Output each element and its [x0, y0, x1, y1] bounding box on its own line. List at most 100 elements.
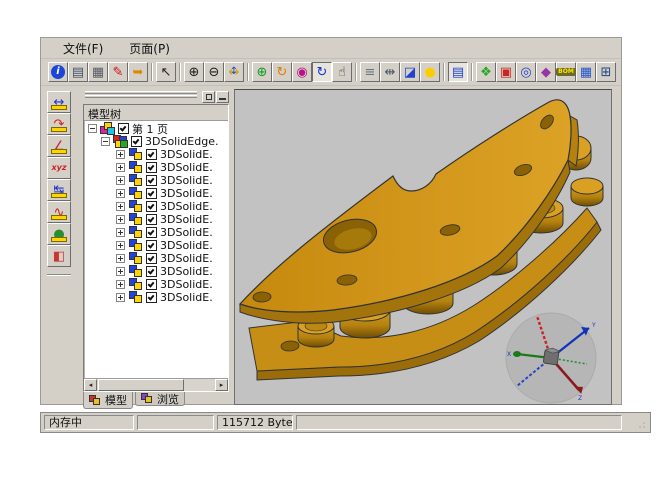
tree-node-part[interactable]: 3DSolidE. — [85, 252, 227, 265]
main-toolbar: i ▤ ▦ ✎ ➥ — [41, 59, 621, 86]
toolbar-icon: ● — [424, 66, 435, 79]
expand-icon[interactable] — [116, 254, 125, 263]
tree-node-part[interactable]: 3DSolidE. — [85, 174, 227, 187]
tree-node-label: 3DSolidE. — [160, 265, 213, 278]
angle-dimension-button[interactable]: ∠ — [47, 135, 71, 157]
pan-view-button[interactable]: ↔ ↕ — [224, 62, 244, 82]
notebook-view-button[interactable]: ▤ — [448, 62, 468, 82]
expand-icon[interactable] — [116, 241, 125, 250]
transform-axes-button[interactable]: ❖ — [476, 62, 496, 82]
visibility-checkbox[interactable] — [146, 188, 157, 199]
menu-file[interactable]: 文件(F) — [53, 38, 113, 59]
panel-gripper[interactable] — [83, 91, 229, 103]
scrollbar-thumb[interactable] — [98, 379, 184, 391]
snapshot-button[interactable]: ▣ — [496, 62, 516, 82]
tree-node-part[interactable]: 3DSolidE. — [85, 226, 227, 239]
visibility-checkbox[interactable] — [146, 279, 157, 290]
curve-length-button[interactable]: ∿ — [47, 201, 71, 223]
visibility-checkbox[interactable] — [146, 214, 157, 225]
orbit-ball[interactable]: X Y Z — [506, 313, 596, 403]
area-measure-button[interactable]: ● — [47, 223, 71, 245]
expand-icon[interactable] — [116, 202, 125, 211]
3d-viewport[interactable]: X Y Z — [234, 89, 612, 405]
toolbar-icon: ⇹ — [385, 66, 396, 79]
visibility-checkbox[interactable] — [146, 175, 157, 186]
menu-page[interactable]: 页面(P) — [119, 38, 180, 59]
orbit-view-button[interactable]: ◉ — [292, 62, 312, 82]
view-3d-button[interactable]: ◪ — [400, 62, 420, 82]
volume-measure-button[interactable]: ◧ — [47, 245, 71, 267]
tree-node-part[interactable]: 3DSolidE. — [85, 278, 227, 291]
toolbar-separator — [179, 63, 181, 81]
collapse-icon[interactable] — [101, 137, 110, 146]
visibility-checkbox[interactable] — [146, 253, 157, 264]
collapse-icon[interactable] — [88, 124, 97, 133]
print-preview-button[interactable]: ▤ — [68, 62, 88, 82]
axis-label-y: Y — [591, 322, 596, 329]
tree-node-page[interactable]: 第 1 页 — [85, 122, 227, 135]
expand-icon[interactable] — [116, 215, 125, 224]
radius-dimension-button[interactable]: ↷ — [47, 113, 71, 135]
tab-browse[interactable]: 浏览 — [135, 392, 185, 406]
expand-icon[interactable] — [116, 280, 125, 289]
structure-tree-button[interactable]: ⊞ — [596, 62, 616, 82]
tree-node-part[interactable]: 3DSolidE. — [85, 161, 227, 174]
visibility-checkbox[interactable] — [118, 123, 129, 134]
layers-button[interactable]: ≡ — [360, 62, 380, 82]
tree-node-assembly[interactable]: 3DSolidEdge. — [85, 135, 227, 148]
distance-measure-button[interactable]: ↹ — [47, 179, 71, 201]
float-icon — [206, 94, 212, 100]
coordinate-dimension-button[interactable]: xyz — [47, 157, 71, 179]
scroll-right-icon[interactable]: ▸ — [215, 379, 228, 391]
visibility-checkbox[interactable] — [146, 266, 157, 277]
tree-node-part[interactable]: 3DSolidE. — [85, 213, 227, 226]
solid-display-button[interactable]: ◆ — [536, 62, 556, 82]
annotate-pen-button[interactable]: ✎ — [108, 62, 128, 82]
visibility-checkbox[interactable] — [146, 227, 157, 238]
visibility-checkbox[interactable] — [131, 136, 142, 147]
visibility-checkbox[interactable] — [146, 201, 157, 212]
expand-icon[interactable] — [116, 189, 125, 198]
panel-float-button[interactable] — [202, 91, 215, 103]
light-button[interactable]: ● — [420, 62, 440, 82]
app-window: 文件(F) 页面(P) i ▤ ▦ ✎ ➥ — [40, 37, 622, 405]
tree-horizontal-scrollbar[interactable]: ◂ ▸ — [84, 378, 228, 391]
rotate-view-button[interactable]: ↻ — [272, 62, 292, 82]
export-button[interactable]: ➥ — [128, 62, 148, 82]
bom-button[interactable]: BOM — [556, 62, 576, 82]
tree-node-part[interactable]: 3DSolidE. — [85, 291, 227, 304]
linear-dimension-button[interactable]: ↔ — [47, 91, 71, 113]
select-cursor-button[interactable]: ↖ — [156, 62, 176, 82]
expand-icon[interactable] — [116, 228, 125, 237]
toolbar-icon: ◆ — [541, 66, 551, 79]
part-icon — [128, 239, 143, 252]
tree-node-part[interactable]: 3DSolidE. — [85, 200, 227, 213]
visibility-checkbox[interactable] — [146, 149, 157, 160]
visibility-checkbox[interactable] — [146, 292, 157, 303]
tree-node-part[interactable]: 3DSolidE. — [85, 148, 227, 161]
expand-icon[interactable] — [116, 163, 125, 172]
expand-icon[interactable] — [116, 293, 125, 302]
pan-hand-button[interactable]: ☝ — [332, 62, 352, 82]
visibility-checkbox[interactable] — [146, 240, 157, 251]
tree-node-part[interactable]: 3DSolidE. — [85, 265, 227, 278]
scroll-left-icon[interactable]: ◂ — [84, 379, 97, 391]
zoom-out-button[interactable]: ⊖ — [204, 62, 224, 82]
visibility-checkbox[interactable] — [146, 162, 157, 173]
explode-view-button[interactable]: ◎ — [516, 62, 536, 82]
refresh-view-button[interactable]: ↻ — [312, 62, 332, 82]
expand-icon[interactable] — [116, 267, 125, 276]
zoom-window-button[interactable]: ⊕ — [252, 62, 272, 82]
expand-icon[interactable] — [116, 150, 125, 159]
zoom-in-button[interactable]: ⊕ — [184, 62, 204, 82]
print-button[interactable]: ▦ — [88, 62, 108, 82]
panel-hide-button[interactable] — [216, 91, 229, 103]
tree-node-part[interactable]: 3DSolidE. — [85, 239, 227, 252]
pmi-dimension-button[interactable]: ⇹ — [380, 62, 400, 82]
info-button[interactable]: i — [48, 62, 68, 82]
resize-grip[interactable] — [634, 417, 647, 430]
tab-model[interactable]: 模型 — [83, 392, 133, 409]
tree-node-part[interactable]: 3DSolidE. — [85, 187, 227, 200]
report-table-button[interactable]: ▦ — [576, 62, 596, 82]
expand-icon[interactable] — [116, 176, 125, 185]
